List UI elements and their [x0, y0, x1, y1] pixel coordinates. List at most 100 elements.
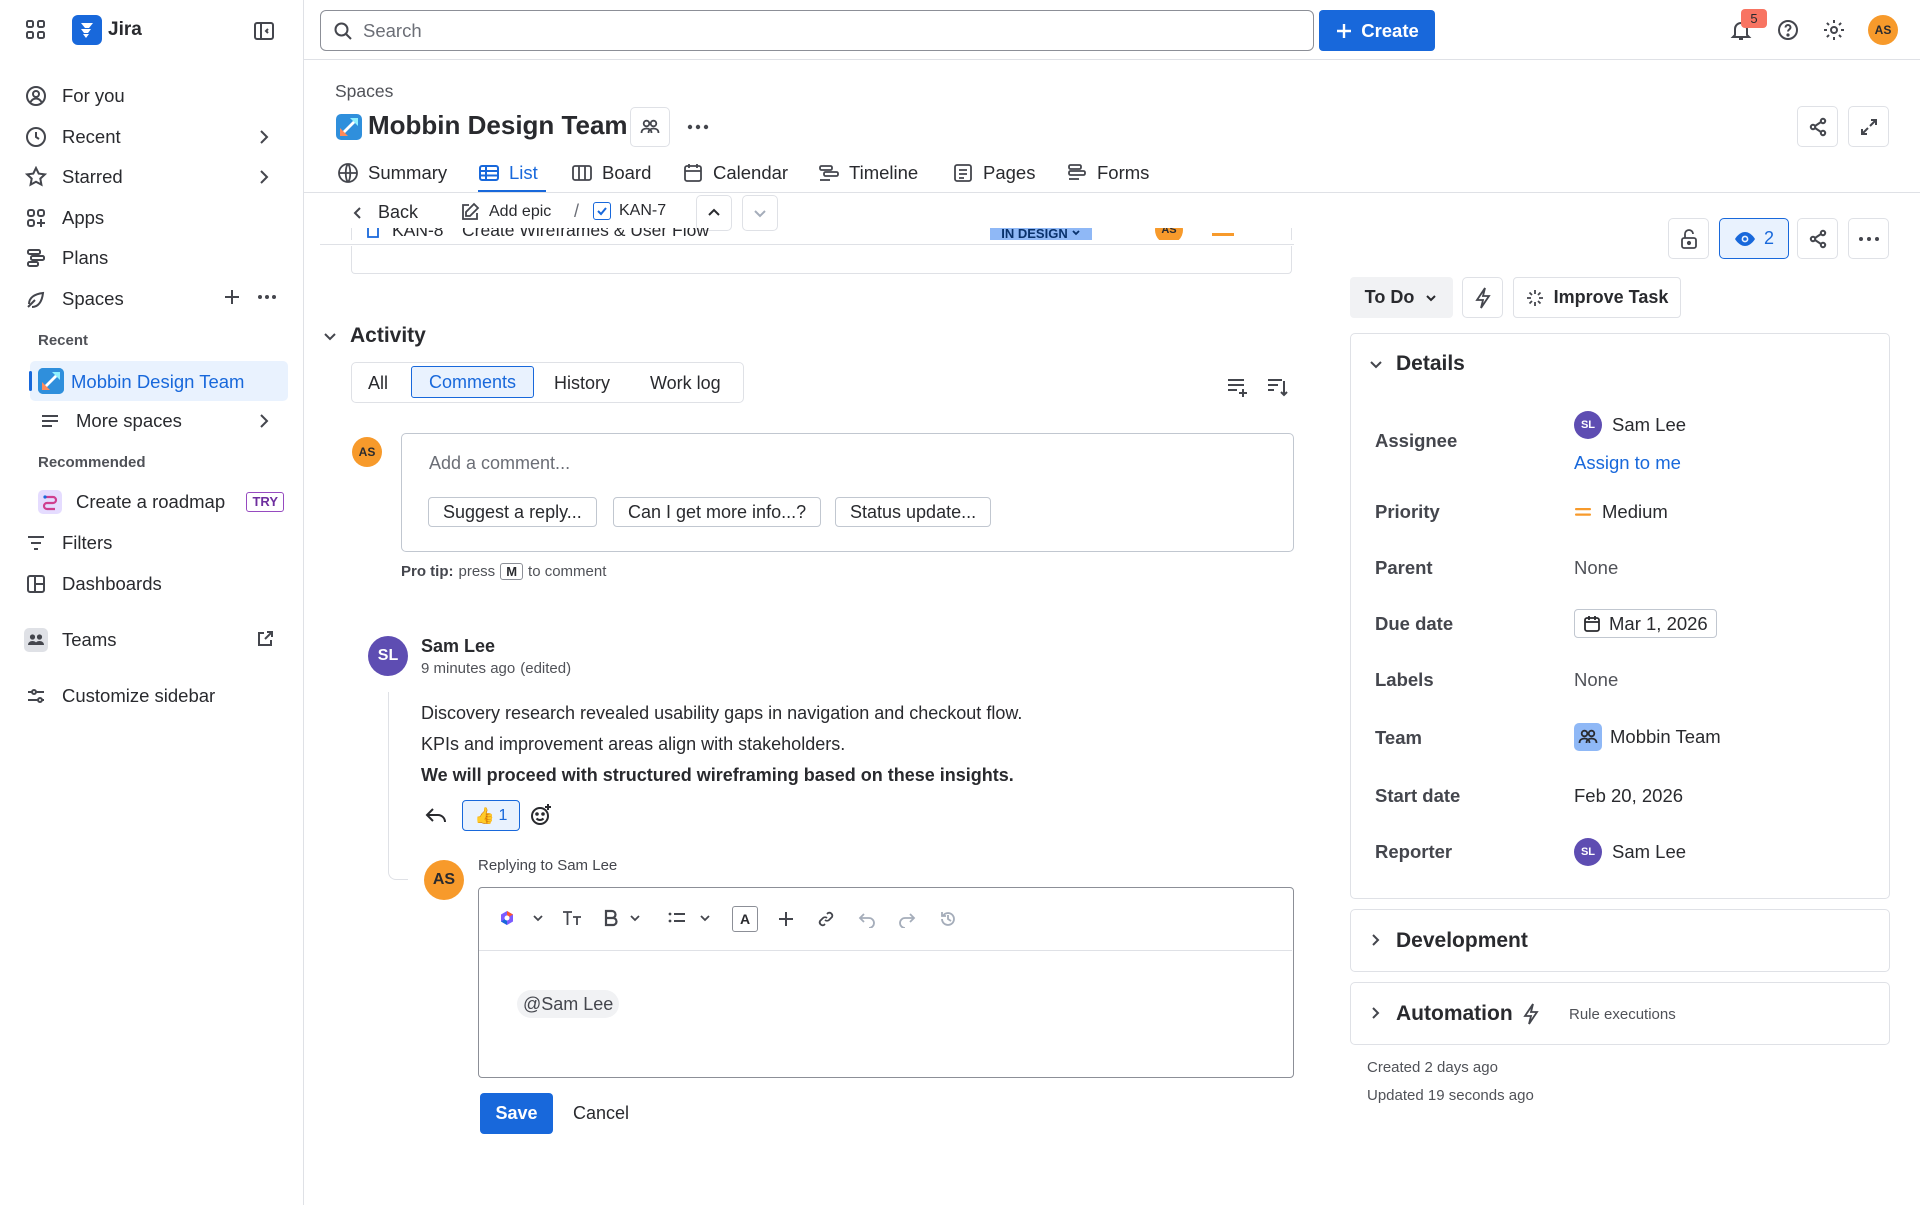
redo-icon[interactable]	[898, 910, 916, 928]
cancel-button[interactable]: Cancel	[573, 1103, 629, 1124]
sort-icon[interactable]	[1266, 376, 1290, 398]
search-input[interactable]: Search	[320, 10, 1314, 51]
issue-more-button[interactable]	[1848, 218, 1889, 259]
ai-assist-button[interactable]	[499, 910, 545, 926]
lock-button[interactable]	[1668, 218, 1709, 259]
sidebar-item-starred[interactable]: Starred	[24, 159, 288, 195]
collapse-details-icon[interactable]	[1368, 356, 1384, 372]
share-issue-button[interactable]	[1797, 218, 1838, 259]
reply-icon[interactable]	[424, 804, 448, 826]
app-switcher-icon[interactable]	[24, 18, 48, 42]
activity-tab-all[interactable]: All	[368, 373, 388, 394]
status-dropdown[interactable]: To Do	[1350, 277, 1453, 318]
add-epic-button[interactable]: Add epic	[460, 202, 551, 222]
next-issue-button[interactable]	[742, 195, 778, 231]
notifications-icon[interactable]: 5	[1729, 9, 1767, 44]
more-info-chip[interactable]: Can I get more info...?	[613, 497, 822, 527]
sidebar-item-spaces[interactable]: Spaces	[24, 281, 288, 317]
tab-list[interactable]: List	[478, 160, 538, 186]
text-style-icon[interactable]	[561, 909, 583, 927]
add-reaction-icon[interactable]	[529, 803, 553, 827]
sidebar-item-more-spaces[interactable]: More spaces	[38, 403, 288, 439]
status-update-chip[interactable]: Status update...	[835, 497, 992, 527]
tab-timeline[interactable]: Timeline	[818, 160, 918, 186]
tab-calendar[interactable]: Calendar	[682, 160, 788, 186]
external-link-icon[interactable]	[256, 630, 274, 648]
labels-value[interactable]: None	[1574, 669, 1618, 691]
comment-author[interactable]: Sam Lee	[421, 636, 495, 657]
tab-board[interactable]: Board	[571, 160, 651, 186]
fullscreen-button[interactable]	[1848, 106, 1889, 147]
save-button[interactable]: Save	[480, 1093, 553, 1134]
app-name[interactable]: Jira	[108, 19, 142, 41]
jira-logo-icon[interactable]	[72, 15, 102, 45]
back-button[interactable]: Back	[350, 202, 418, 223]
sidebar-item-recent[interactable]: Recent	[24, 119, 288, 155]
sidebar-item-label: Dashboards	[62, 573, 162, 594]
sidebar-item-filters[interactable]: Filters	[24, 525, 288, 561]
undo-icon[interactable]	[858, 910, 876, 928]
sidebar-item-create-roadmap[interactable]: Create a roadmap TRY	[38, 484, 288, 520]
more-options-icon[interactable]	[256, 287, 278, 307]
comment-edited: (edited)	[520, 660, 572, 677]
reply-editor[interactable]: A @Sam Lee	[478, 887, 1294, 1078]
mention-chip[interactable]: @Sam Lee	[517, 990, 620, 1018]
sidebar-item-customize[interactable]: Customize sidebar	[24, 678, 288, 714]
start-date-value[interactable]: Feb 20, 2026	[1574, 785, 1683, 807]
collapse-sidebar-icon[interactable]	[252, 19, 276, 43]
share-space-button[interactable]	[1797, 106, 1838, 147]
history-icon[interactable]	[939, 910, 957, 928]
tab-forms[interactable]: Forms	[1066, 160, 1149, 186]
text-color-icon[interactable]: A	[732, 906, 758, 932]
sidebar-item-mobbin-design-team[interactable]: Mobbin Design Team	[29, 361, 288, 401]
priority-value[interactable]: Medium	[1574, 501, 1668, 523]
team-value[interactable]: Mobbin Team	[1574, 723, 1721, 751]
bold-button[interactable]	[604, 909, 642, 927]
watch-button[interactable]: 2	[1719, 218, 1789, 259]
tab-pages[interactable]: Pages	[952, 160, 1035, 186]
chevron-right-icon	[254, 167, 274, 187]
add-space-icon[interactable]	[222, 287, 242, 307]
sidebar-item-dashboards[interactable]: Dashboards	[24, 566, 288, 602]
sidebar-item-plans[interactable]: Plans	[24, 240, 288, 276]
settings-icon[interactable]	[1822, 18, 1846, 42]
previous-issue-button[interactable]	[696, 195, 732, 231]
more-actions-icon[interactable]	[686, 118, 710, 136]
sidebar-item-for-you[interactable]: For you	[24, 78, 288, 114]
sidebar-item-apps[interactable]: Apps	[24, 200, 288, 236]
assignee-value[interactable]: SL Sam Lee	[1574, 411, 1686, 439]
child-work-item-row[interactable]: KAN-8 Create Wireframes & User Flow IN D…	[351, 228, 1292, 274]
rule-executions-link[interactable]: Rule executions	[1569, 1006, 1676, 1023]
list-button[interactable]	[668, 910, 712, 926]
due-date-value[interactable]: Mar 1, 2026	[1574, 609, 1717, 638]
user-avatar[interactable]: AS	[1868, 15, 1898, 45]
sidebar-item-teams[interactable]: Teams	[24, 622, 288, 658]
insert-plus-icon[interactable]	[777, 910, 795, 928]
help-icon[interactable]	[1776, 18, 1800, 42]
create-button[interactable]: Create	[1319, 10, 1435, 51]
activity-tab-work-log[interactable]: Work log	[650, 373, 721, 394]
team-access-button[interactable]	[630, 107, 670, 147]
activity-tab-history[interactable]: History	[554, 373, 610, 394]
assign-to-me-link[interactable]: Assign to me	[1574, 452, 1681, 474]
improve-task-button[interactable]: Improve Task	[1513, 277, 1681, 318]
suggest-reply-chip[interactable]: Suggest a reply...	[428, 497, 597, 527]
comment-author-avatar[interactable]: SL	[368, 636, 408, 676]
tab-summary[interactable]: Summary	[337, 160, 447, 186]
reporter-value[interactable]: SL Sam Lee	[1574, 838, 1686, 866]
parent-value[interactable]: None	[1574, 557, 1618, 579]
scroll-mask	[304, 240, 1318, 246]
issue-key-link[interactable]: KAN-7	[593, 202, 666, 220]
automation-section[interactable]: Automation Rule executions	[1350, 982, 1890, 1045]
link-icon[interactable]	[817, 910, 835, 928]
breadcrumb[interactable]: Spaces	[335, 81, 393, 102]
comment-input[interactable]: Add a comment... Suggest a reply... Can …	[401, 433, 1294, 552]
development-section[interactable]: Development	[1350, 909, 1890, 972]
breadcrumb-separator: /	[574, 201, 580, 221]
add-filter-icon[interactable]	[1226, 376, 1250, 398]
reaction-thumbs-up-button[interactable]: 👍 1	[462, 800, 520, 831]
activity-tab-comments[interactable]: Comments	[411, 366, 534, 398]
automation-button[interactable]	[1462, 277, 1503, 318]
collapse-activity-icon[interactable]	[322, 328, 338, 344]
try-badge: TRY	[246, 492, 284, 512]
